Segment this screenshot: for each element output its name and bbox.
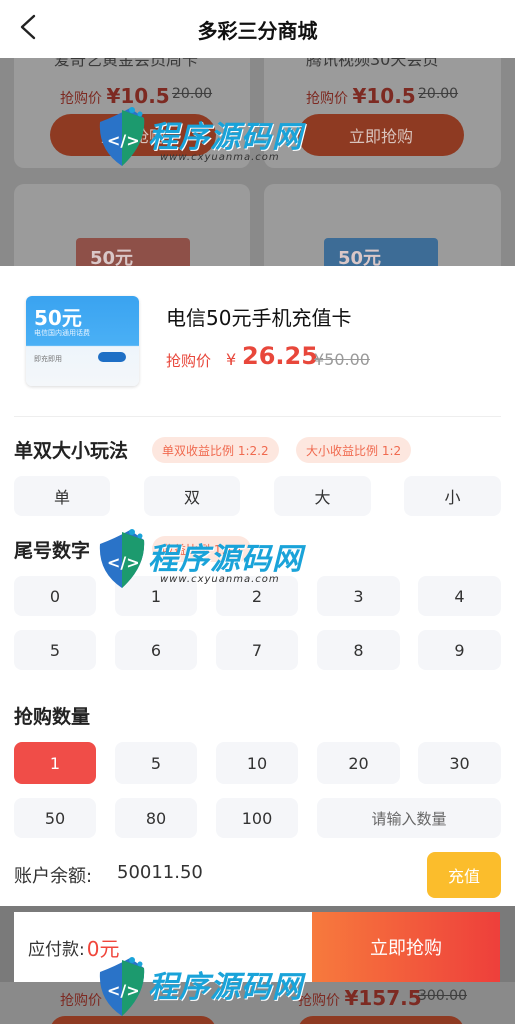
digit-option-9[interactable]: 9: [418, 630, 501, 670]
telecom-logo-icon: [98, 352, 126, 362]
product-image: 50元 电信国内通用话费 即充即用: [26, 296, 139, 386]
background-card-price: 抢购价 ¥5: [60, 986, 135, 1010]
play-ratio-tag: 单双收益比例 1:2.2: [152, 437, 279, 463]
quantity-input[interactable]: 请输入数量: [317, 798, 501, 838]
digit-option-0[interactable]: 0: [14, 576, 96, 616]
background-buy-button: 立即抢购: [298, 114, 464, 156]
background-thumb: 50元: [324, 238, 438, 266]
play-ratio-tag: 大小收益比例 1:2: [296, 437, 412, 463]
tail-ratio-tag: 收益比例 1:10: [152, 536, 251, 562]
quantity-option-30[interactable]: 30: [418, 742, 501, 784]
page-title: 多彩三分商城: [197, 18, 318, 43]
background-thumb: 50元: [76, 238, 190, 266]
digit-option-2[interactable]: 2: [216, 576, 298, 616]
background-card-price: 抢购价 ¥157.5: [298, 986, 422, 1010]
price-currency: ¥: [226, 350, 237, 369]
product-name: 电信50元手机充值卡: [166, 306, 352, 330]
product-image-caption: 即充即用: [34, 355, 62, 363]
background-card-price: 抢购价 ¥10.5: [306, 84, 416, 108]
quantity-option-10[interactable]: 10: [216, 742, 298, 784]
play-option-small[interactable]: 小: [404, 476, 501, 516]
digit-option-7[interactable]: 7: [216, 630, 298, 670]
chevron-left-icon: [20, 14, 36, 40]
balance-label: 账户余额:: [14, 866, 93, 887]
sale-price: 26.25: [242, 342, 318, 370]
background-buy-button: [50, 1016, 216, 1024]
quantity-option-50[interactable]: 50: [14, 798, 96, 838]
background-buy-button: [298, 1016, 464, 1024]
background-card-name: 腾讯视频30天会员: [306, 58, 439, 69]
buy-now-button[interactable]: 立即抢购: [312, 912, 500, 982]
quantity-title: 抢购数量: [14, 706, 91, 728]
product-image-subtitle: 电信国内通用话费: [34, 329, 90, 337]
digit-option-1[interactable]: 1: [115, 576, 197, 616]
back-button[interactable]: [14, 12, 42, 42]
product-image-amount: 50元: [34, 306, 82, 330]
digit-option-8[interactable]: 8: [317, 630, 400, 670]
background-buy-button: 立即抢购: [50, 114, 216, 156]
digit-option-6[interactable]: 6: [115, 630, 197, 670]
play-option-odd[interactable]: 单: [14, 476, 110, 516]
quantity-option-80[interactable]: 80: [115, 798, 197, 838]
balance-value: 50011.50: [117, 862, 203, 883]
background-product-grid-bottom: 抢购价 ¥5 抢购价 ¥157.5 300.00: [0, 982, 515, 1024]
quantity-option-1[interactable]: 1: [14, 742, 96, 784]
purchase-sheet: 50元 电信国内通用话费 即充即用 电信50元手机充值卡 抢购价 ¥ 26.25…: [0, 266, 515, 906]
background-product-grid: 爱奇艺黄金会员周卡 腾讯视频30天会员 抢购价 ¥10.5 20.00 抢购价 …: [0, 58, 515, 266]
payment-summary: 应付款: 0元: [14, 912, 312, 982]
payment-amount: 0元: [86, 936, 120, 961]
divider: [14, 416, 501, 417]
background-card-original: 20.00: [418, 86, 459, 102]
background-card-name: 爱奇艺黄金会员周卡: [54, 58, 199, 69]
play-option-even[interactable]: 双: [144, 476, 240, 516]
top-bar: 多彩三分商城: [0, 0, 515, 58]
background-card-price: 抢购价 ¥10.5: [60, 84, 170, 108]
digit-option-5[interactable]: 5: [14, 630, 96, 670]
background-card-original: 300.00: [418, 988, 467, 1004]
quantity-option-100[interactable]: 100: [216, 798, 298, 838]
play-option-big[interactable]: 大: [274, 476, 371, 516]
quantity-option-5[interactable]: 5: [115, 742, 197, 784]
tail-digit-title: 尾号数字: [14, 540, 91, 562]
digit-option-4[interactable]: 4: [418, 576, 501, 616]
digit-option-3[interactable]: 3: [317, 576, 400, 616]
background-card-original: 20.00: [172, 86, 213, 102]
payment-label: 应付款:: [28, 939, 85, 960]
quantity-option-20[interactable]: 20: [317, 742, 400, 784]
original-price: ¥50.00: [314, 350, 370, 369]
recharge-button[interactable]: 充值: [427, 852, 501, 898]
play-mode-title: 单双大小玩法: [14, 440, 129, 462]
price-label: 抢购价: [166, 352, 212, 370]
